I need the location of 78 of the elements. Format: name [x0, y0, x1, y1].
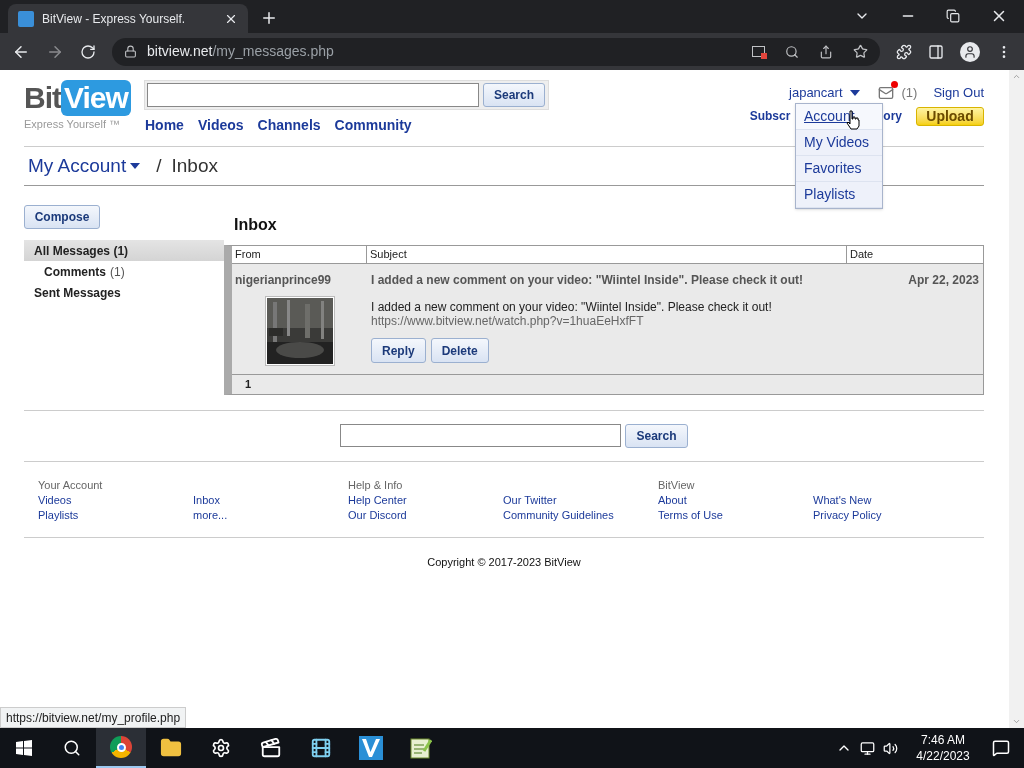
favicon-icon	[18, 10, 34, 27]
nav-link[interactable]: Videos	[197, 115, 244, 136]
network-icon[interactable]	[860, 740, 875, 756]
side-panel-icon[interactable]	[928, 43, 944, 60]
new-tab-icon[interactable]	[260, 9, 278, 27]
search-button[interactable]: Search	[483, 83, 546, 107]
message-action-button[interactable]: Delete	[430, 338, 489, 363]
column-header[interactable]: Date	[847, 246, 983, 263]
reload-icon[interactable]	[80, 43, 96, 60]
lock-icon	[124, 45, 137, 58]
footer-heading: Your Account	[38, 478, 104, 493]
sidebar-item[interactable]: All Messages (1)	[24, 240, 224, 261]
tagline: Express Yourself ™	[24, 117, 121, 132]
footer-link[interactable]: What's New	[813, 493, 953, 508]
url-text: bitview.net/my_messages.php	[147, 42, 334, 61]
footer-link[interactable]: Community Guidelines	[503, 508, 643, 523]
notifications-icon[interactable]	[992, 739, 1010, 757]
status-url: https://bitview.net/my_profile.php	[0, 707, 187, 728]
restore-icon[interactable]	[946, 9, 960, 23]
address-bar[interactable]: bitview.net/my_messages.php	[112, 37, 880, 66]
tab-title: BitView - Express Yourself.	[42, 10, 187, 28]
footer-link[interactable]: Help Center	[348, 493, 503, 508]
column-header[interactable]: Subject	[367, 246, 847, 263]
breadcrumb-current: Inbox	[171, 153, 218, 178]
footer-link[interactable]: About	[658, 493, 813, 508]
sign-out-link[interactable]: Sign Out	[933, 83, 984, 103]
message-subject[interactable]: I added a new comment on your video: "Wiintel Inside". Please check it out!	[371, 271, 909, 289]
footer-heading: Help & Info	[348, 478, 404, 493]
inbox-heading: Inbox	[234, 215, 278, 235]
footer-heading: BitView	[658, 478, 696, 493]
sidebar-item[interactable]: Sent Messages	[24, 282, 224, 303]
my-account-link[interactable]: My Account	[28, 151, 141, 181]
message-body: I added a new comment on your video: "Wiintel Inside". Please check it out! https://www.bitview.net/watch.php?v=1huaEeHxfFT	[371, 300, 773, 328]
dropdown-item[interactable]: My Videos	[796, 130, 882, 156]
column-header[interactable]: From	[232, 246, 367, 263]
username-link[interactable]: japancart	[789, 83, 860, 103]
bookmark-icon[interactable]	[853, 44, 868, 59]
copyright: Copyright © 2017-2023 BitView	[427, 555, 581, 570]
search-field[interactable]	[147, 83, 479, 107]
page-number[interactable]: 1	[245, 376, 252, 393]
breadcrumb-separator: /	[156, 153, 162, 178]
footer-link[interactable]: Videos	[38, 493, 193, 508]
sender-name[interactable]: nigerianprince99	[232, 271, 332, 289]
zoom-icon[interactable]	[785, 44, 799, 59]
compose-button[interactable]: Compose	[24, 205, 100, 229]
clock-time[interactable]: 7:46 AM	[921, 732, 965, 748]
footer-link[interactable]: Inbox	[193, 493, 333, 508]
mail-count: (1)	[901, 84, 918, 102]
footer-link[interactable]: Terms of Use	[658, 508, 813, 523]
browser-taskbar-icon[interactable]	[96, 728, 146, 768]
dropdown-item[interactable]: Favorites	[796, 156, 882, 182]
nav-link[interactable]: Channels	[257, 115, 321, 136]
message-date: Apr 22, 2023	[908, 272, 979, 289]
profile-icon[interactable]	[960, 41, 980, 62]
upload-button[interactable]: Upload	[916, 106, 984, 126]
footer-link[interactable]: Our Discord	[348, 508, 503, 523]
video-thumbnail[interactable]	[264, 296, 335, 366]
nav-link[interactable]: Subscr	[749, 107, 791, 125]
blocked-popup-icon[interactable]	[752, 46, 765, 57]
footer-link[interactable]: more...	[193, 508, 333, 523]
search-field[interactable]	[340, 424, 622, 447]
search-button[interactable]: Search	[625, 424, 688, 448]
footer-link[interactable]: Our Twitter	[503, 493, 643, 508]
browser-tab[interactable]: BitView - Express Yourself.	[8, 4, 248, 33]
message-action-button[interactable]: Reply	[371, 338, 426, 363]
logo-text[interactable]: Bit	[24, 83, 61, 113]
nav-link[interactable]: ory	[883, 107, 902, 125]
share-icon[interactable]	[819, 44, 833, 59]
nav-link[interactable]: Community	[334, 115, 412, 136]
nav-link[interactable]: Home	[145, 115, 184, 136]
footer-link[interactable]: Playlists	[38, 508, 193, 523]
footer-link[interactable]: Privacy Policy	[813, 508, 953, 523]
dropdown-item[interactable]: Playlists	[796, 182, 882, 208]
video-link[interactable]: https://www.bitview.net/watch.php?v=1huaEeHxfFT	[371, 314, 644, 328]
volume-icon[interactable]	[883, 740, 898, 756]
extensions-icon[interactable]	[896, 43, 912, 60]
sidebar-item[interactable]: Comments (1)	[24, 261, 224, 282]
clock-date[interactable]: 4/22/2023	[916, 748, 970, 764]
